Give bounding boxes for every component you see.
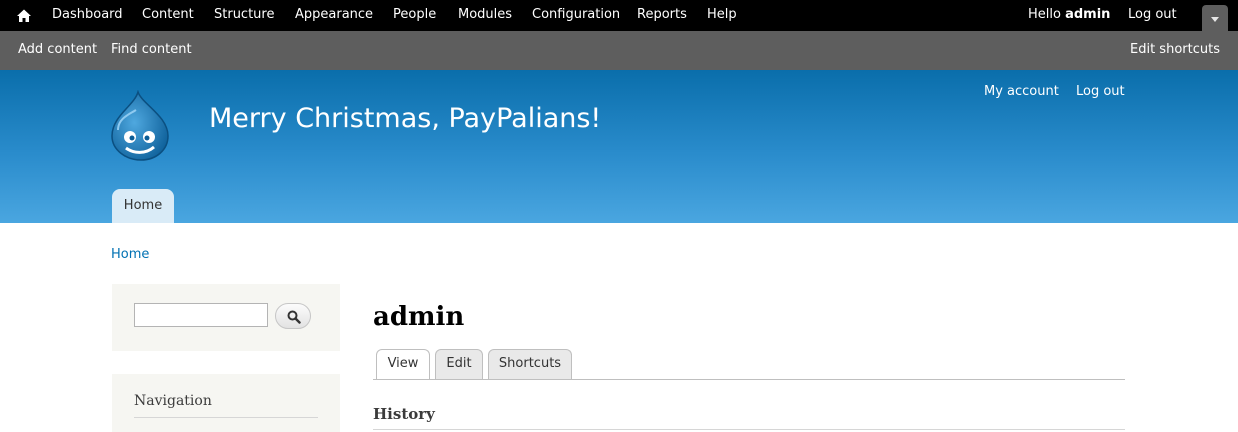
admin-menu-dashboard[interactable]: Dashboard: [52, 7, 123, 22]
search-button[interactable]: [275, 303, 311, 329]
history-heading: History: [373, 405, 435, 423]
tabs-divider: [373, 379, 1125, 380]
my-account-link[interactable]: My account: [984, 84, 1059, 99]
home-icon[interactable]: [16, 8, 32, 24]
tab-edit[interactable]: Edit: [435, 349, 483, 379]
breadcrumb-home-link[interactable]: Home: [111, 247, 149, 262]
admin-toolbar: Dashboard Content Structure Appearance P…: [0, 0, 1238, 31]
navigation-block: Navigation: [112, 374, 340, 432]
tab-shortcuts[interactable]: Shortcuts: [488, 349, 572, 379]
site-header: Merry Christmas, PayPalians! My account …: [0, 70, 1238, 223]
shortcut-drawer-toggle[interactable]: [1202, 5, 1228, 31]
divider: [373, 429, 1125, 430]
shortcut-add-content[interactable]: Add content: [18, 42, 97, 57]
shortcut-find-content[interactable]: Find content: [111, 42, 192, 57]
tab-shortcuts-label: Shortcuts: [498, 356, 562, 371]
admin-menu-content[interactable]: Content: [142, 7, 194, 22]
toolbar-logout-link[interactable]: Log out: [1128, 7, 1177, 22]
main-menu-home-tab[interactable]: Home: [112, 189, 174, 223]
admin-menu-modules[interactable]: Modules: [458, 7, 512, 22]
search-input[interactable]: [134, 303, 268, 327]
admin-menu-configuration[interactable]: Configuration: [532, 7, 620, 22]
admin-menu-help[interactable]: Help: [707, 7, 737, 22]
header-logout-link[interactable]: Log out: [1076, 84, 1125, 99]
divider: [134, 417, 318, 418]
admin-menu-people[interactable]: People: [393, 7, 436, 22]
chevron-down-icon: [1211, 17, 1219, 22]
tab-view[interactable]: View: [376, 349, 430, 380]
edit-shortcuts-link[interactable]: Edit shortcuts: [1130, 42, 1220, 57]
username: admin: [1065, 7, 1111, 22]
hello-text: Hello admin: [1028, 7, 1111, 22]
admin-menu-structure[interactable]: Structure: [214, 7, 274, 22]
search-icon: [287, 310, 301, 324]
search-block: [112, 284, 340, 351]
tab-edit-label: Edit: [446, 356, 472, 371]
tab-view-label: View: [387, 356, 419, 371]
admin-menu-appearance[interactable]: Appearance: [295, 7, 373, 22]
navigation-block-title: Navigation: [134, 393, 212, 409]
site-name-link[interactable]: Merry Christmas, PayPalians!: [209, 103, 601, 134]
admin-menu-reports[interactable]: Reports: [637, 7, 687, 22]
drupal-logo-icon[interactable]: [108, 89, 174, 162]
main-menu-home-label: Home: [123, 198, 163, 213]
shortcuts-bar: Add content Find content Edit shortcuts: [0, 31, 1238, 71]
page-title: admin: [373, 302, 465, 332]
